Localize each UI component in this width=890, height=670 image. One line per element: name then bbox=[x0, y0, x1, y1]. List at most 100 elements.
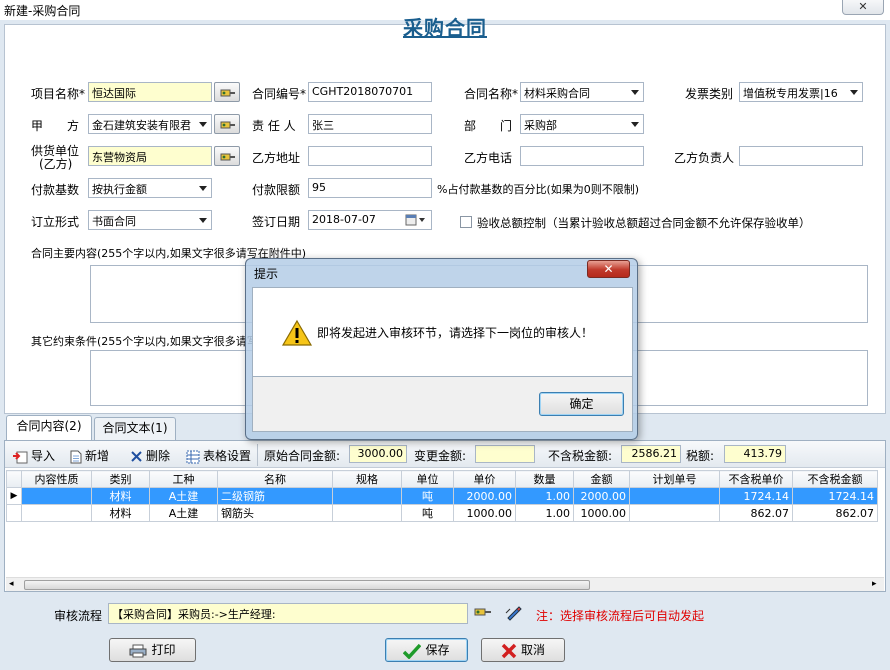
party-b-address-label: 乙方地址 bbox=[252, 151, 301, 165]
change-amount-label: 变更金额: bbox=[414, 449, 467, 463]
scroll-right-icon[interactable]: ▸ bbox=[872, 579, 877, 589]
column-header[interactable]: 内容性质 bbox=[21, 470, 92, 488]
dialog-ok-button[interactable]: 确定 bbox=[539, 392, 624, 416]
flow-pick-button[interactable] bbox=[474, 605, 492, 622]
column-header[interactable]: 单价 bbox=[453, 470, 516, 488]
scrollbar-thumb[interactable] bbox=[24, 580, 590, 590]
invoice-type-select[interactable]: 增值税专用发票|16 bbox=[739, 82, 863, 102]
acceptance-control-label: 验收总额控制（当累计验收总额超过合同金额不允许保存验收单） bbox=[477, 216, 811, 230]
calendar-icon bbox=[405, 214, 425, 226]
dialog-close-button[interactable]: ✕ bbox=[587, 260, 630, 278]
table-cell[interactable] bbox=[332, 487, 402, 505]
table-row[interactable]: ▶ 材料 A土建 二级钢筋 吨 2000.00 1.00 2000.00 172… bbox=[6, 487, 878, 505]
column-header[interactable]: 规格 bbox=[332, 470, 402, 488]
original-amount-label: 原始合同金额: bbox=[264, 449, 341, 463]
add-row-button[interactable]: 新增 bbox=[70, 447, 109, 464]
chevron-down-icon bbox=[199, 186, 207, 191]
pay-base-select[interactable]: 按执行金额 bbox=[88, 178, 212, 198]
chevron-down-icon bbox=[199, 122, 207, 127]
print-button[interactable]: 打印 bbox=[109, 638, 196, 662]
table-cell[interactable]: 2000.00 bbox=[573, 487, 630, 505]
column-header[interactable]: 单位 bbox=[401, 470, 454, 488]
table-cell[interactable]: 二级钢筋 bbox=[217, 487, 333, 505]
project-name-field[interactable]: 恒达国际 bbox=[88, 82, 212, 102]
project-pick-button[interactable] bbox=[214, 82, 240, 102]
table-settings-button[interactable]: 表格设置 bbox=[186, 447, 251, 464]
table-row[interactable]: 材料 A土建 钢筋头 吨 1000.00 1.00 1000.00 862.07… bbox=[6, 504, 878, 522]
table-cell[interactable]: 1.00 bbox=[515, 487, 574, 505]
sign-date-label: 签订日期 bbox=[252, 215, 301, 229]
flow-label: 审核流程 bbox=[54, 609, 103, 623]
responsible-field[interactable]: 张三 bbox=[308, 114, 432, 134]
supplier-pick-button[interactable] bbox=[214, 146, 240, 166]
column-header[interactable]: 不含税单价 bbox=[719, 470, 793, 488]
dialog-title: 提示 bbox=[254, 267, 279, 281]
table-cell[interactable]: 材料 bbox=[91, 504, 150, 522]
table-cell[interactable]: A土建 bbox=[149, 487, 218, 505]
pay-limit-field[interactable]: 95 bbox=[308, 178, 432, 198]
flow-edit-button[interactable] bbox=[505, 603, 523, 624]
form-title: 采购合同 bbox=[403, 16, 487, 40]
table-header-row: 内容性质 类别 工种 名称 规格 单位 单价 数量 金额 计划单号 不含税单价 … bbox=[6, 470, 878, 488]
table-cell[interactable] bbox=[21, 487, 92, 505]
column-header[interactable]: 类别 bbox=[91, 470, 150, 488]
department-label: 部 门 bbox=[464, 119, 513, 133]
table-cell[interactable]: 2000.00 bbox=[453, 487, 516, 505]
supplier-field[interactable]: 东营物资局 bbox=[88, 146, 212, 166]
pretax-amount-label: 不含税金额: bbox=[548, 449, 613, 463]
table-cell[interactable]: 1000.00 bbox=[573, 504, 630, 522]
checkmark-icon bbox=[403, 643, 422, 660]
party-b-owner-field[interactable] bbox=[739, 146, 863, 166]
import-icon bbox=[13, 451, 28, 463]
scroll-left-icon[interactable]: ◂ bbox=[9, 579, 14, 589]
table-cell[interactable]: 1724.14 bbox=[719, 487, 793, 505]
table-settings-icon bbox=[186, 450, 200, 463]
tab-contract-text[interactable]: 合同文本(1) bbox=[94, 417, 176, 440]
party-a-label: 甲 方 bbox=[31, 119, 80, 133]
party-b-address-field[interactable] bbox=[308, 146, 432, 166]
table-cell[interactable] bbox=[629, 504, 720, 522]
delete-row-button[interactable]: 删除 bbox=[130, 447, 170, 464]
save-button[interactable]: 保存 bbox=[385, 638, 468, 662]
table-cell[interactable] bbox=[629, 487, 720, 505]
table-cell[interactable]: 1724.14 bbox=[792, 487, 878, 505]
pick-icon bbox=[220, 153, 235, 161]
contract-name-select[interactable]: 材料采购合同 bbox=[520, 82, 644, 102]
table-cell[interactable]: 1.00 bbox=[515, 504, 574, 522]
form-type-select[interactable]: 书面合同 bbox=[88, 210, 212, 230]
column-header[interactable]: 不含税金额 bbox=[792, 470, 878, 488]
party-b-phone-label: 乙方电话 bbox=[464, 151, 513, 165]
table-cell[interactable]: A土建 bbox=[149, 504, 218, 522]
cancel-button[interactable]: 取消 bbox=[481, 638, 565, 662]
party-b-owner-label: 乙方负责人 bbox=[674, 151, 735, 165]
horizontal-scrollbar[interactable]: ◂ ▸ bbox=[6, 577, 884, 591]
table-cell[interactable]: 材料 bbox=[91, 487, 150, 505]
column-header[interactable]: 工种 bbox=[149, 470, 218, 488]
department-select[interactable]: 采购部 bbox=[520, 114, 644, 134]
import-button[interactable]: 导入 bbox=[12, 447, 55, 464]
column-header[interactable]: 数量 bbox=[515, 470, 574, 488]
party-a-pick-button[interactable] bbox=[214, 114, 240, 134]
pay-limit-label: 付款限额 bbox=[252, 183, 301, 197]
table-cell[interactable]: 1000.00 bbox=[453, 504, 516, 522]
pick-icon bbox=[220, 121, 235, 129]
table-cell[interactable]: 862.07 bbox=[719, 504, 793, 522]
table-cell[interactable] bbox=[21, 504, 92, 522]
table-cell[interactable]: 钢筋头 bbox=[217, 504, 333, 522]
party-b-phone-field[interactable] bbox=[520, 146, 644, 166]
column-header[interactable]: 名称 bbox=[217, 470, 333, 488]
table-cell[interactable] bbox=[332, 504, 402, 522]
table-cell[interactable]: 吨 bbox=[401, 504, 454, 522]
table-cell[interactable]: 吨 bbox=[401, 487, 454, 505]
flow-field[interactable]: 【采购合同】采购员:->生产经理: bbox=[108, 603, 468, 624]
table-cell[interactable]: 862.07 bbox=[792, 504, 878, 522]
pay-limit-note: %占付款基数的百分比(如果为0则不限制) bbox=[437, 183, 640, 196]
pay-base-label: 付款基数 bbox=[31, 183, 80, 197]
sign-date-field[interactable]: 2018-07-07 bbox=[308, 210, 432, 230]
column-header[interactable]: 金额 bbox=[573, 470, 630, 488]
acceptance-control-checkbox[interactable] bbox=[460, 216, 472, 228]
party-a-select[interactable]: 金石建筑安装有限君 bbox=[88, 114, 212, 134]
column-header[interactable]: 计划单号 bbox=[629, 470, 720, 488]
contract-no-field[interactable]: CGHT2018070701 bbox=[308, 82, 432, 102]
tab-contract-content[interactable]: 合同内容(2) bbox=[6, 415, 92, 440]
